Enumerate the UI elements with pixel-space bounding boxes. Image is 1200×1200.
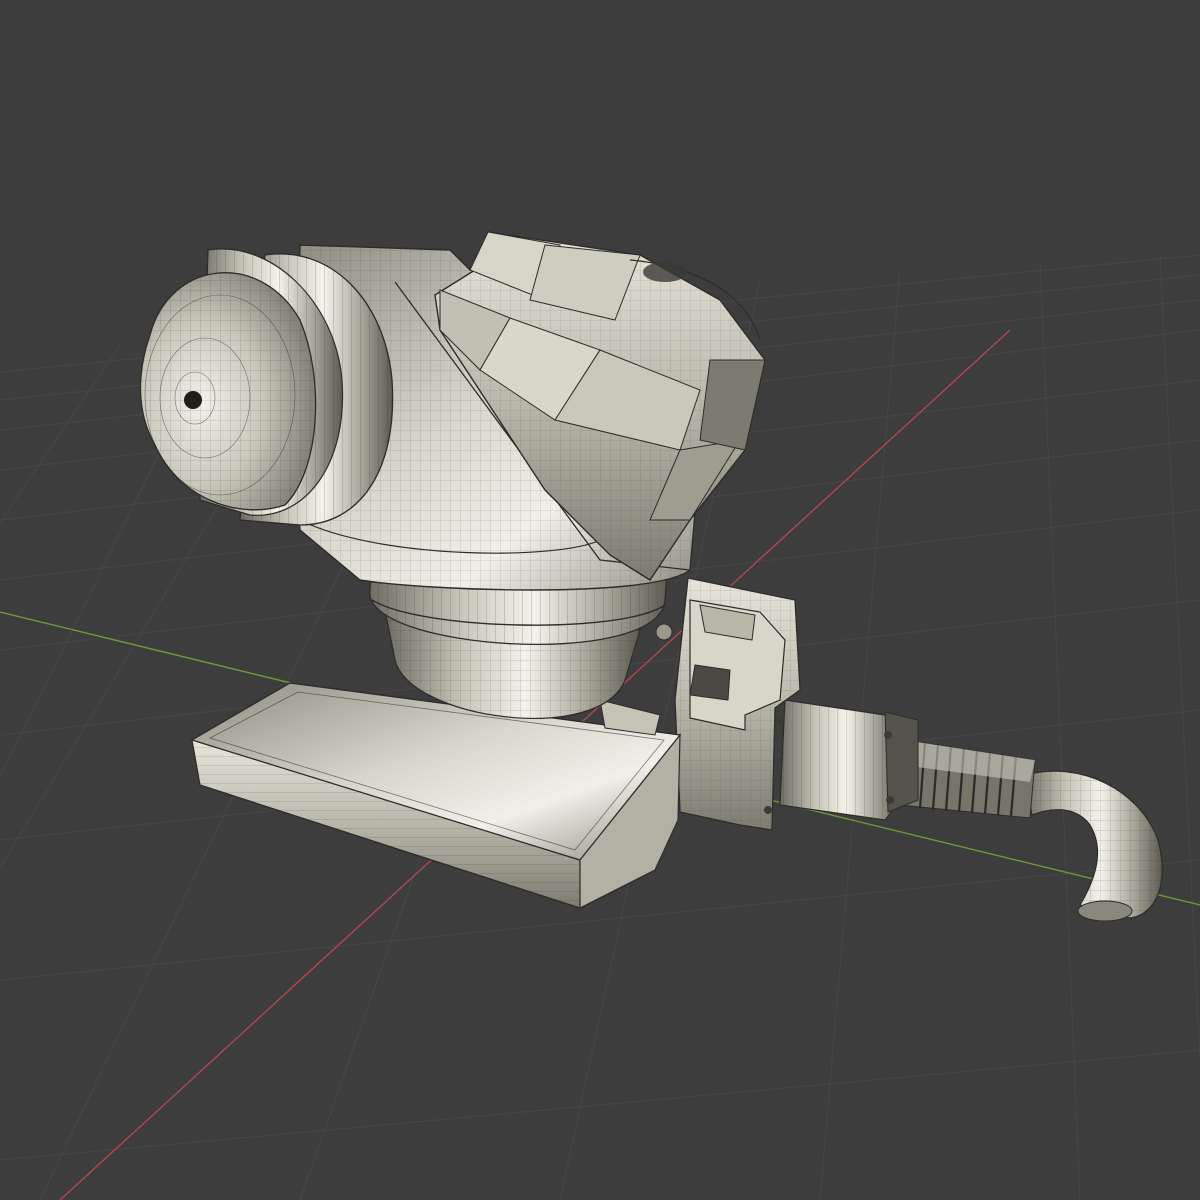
dome-cap[interactable] — [139, 248, 394, 526]
lens-center-icon — [184, 391, 202, 409]
rail-bracket[interactable] — [190, 682, 682, 909]
bellows-hose[interactable] — [899, 739, 1036, 819]
viewport-scene[interactable] — [0, 0, 1200, 1200]
cylinder-coupling[interactable] — [779, 699, 919, 821]
elbow-pipe[interactable] — [1024, 770, 1163, 922]
3d-viewport[interactable] — [0, 0, 1200, 1200]
mechanical-model[interactable] — [139, 231, 1163, 922]
